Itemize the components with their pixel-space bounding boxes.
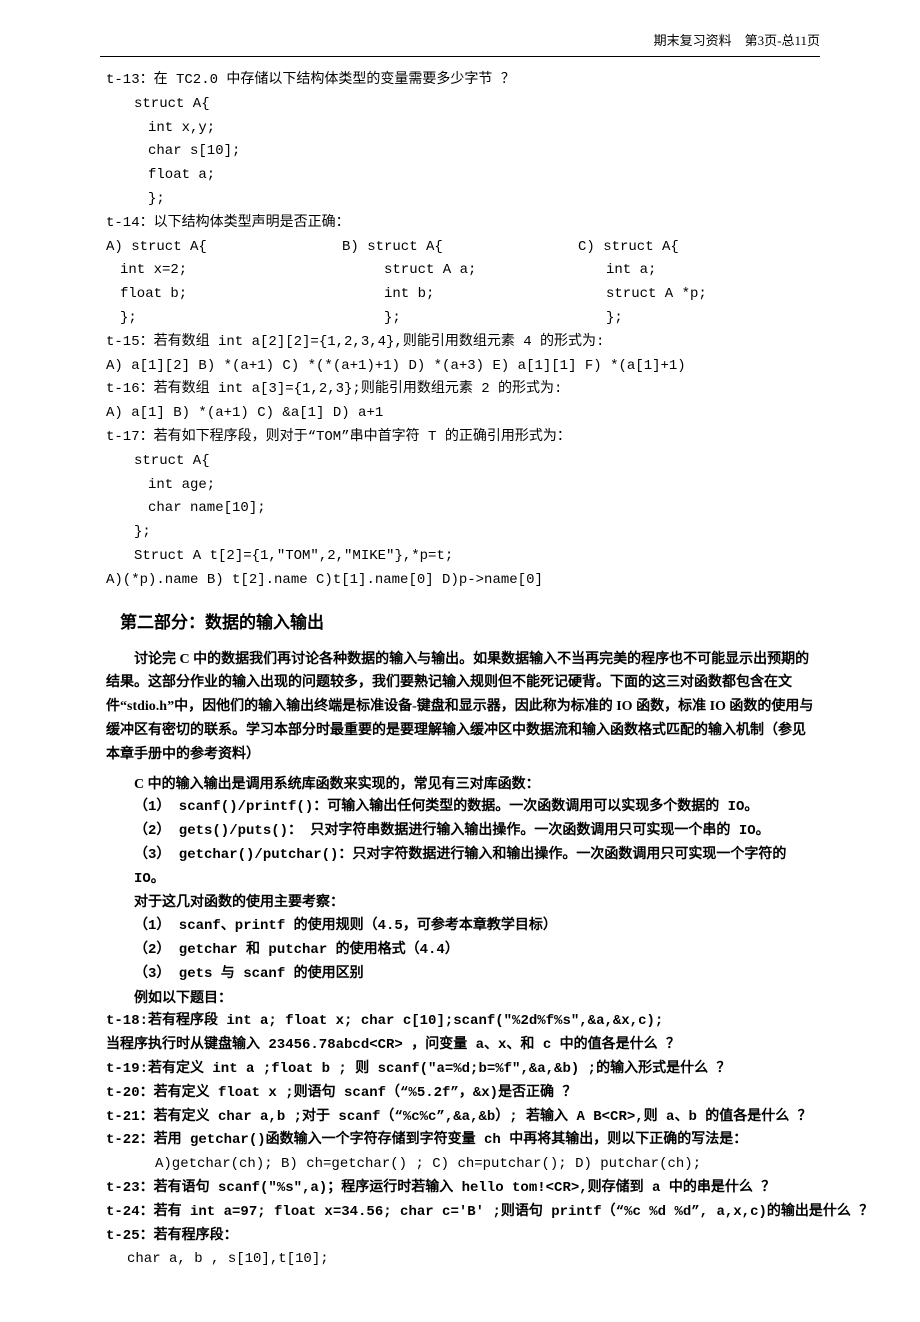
t22-options: A)getchar(ch); B) ch=getchar() ; C) ch=p…: [106, 1153, 814, 1177]
t14-c-l1: int a;: [578, 259, 814, 283]
t13-code-l3: char s[10];: [106, 140, 814, 164]
section2-paragraph: 讨论完 C 中的数据我们再讨论各种数据的输入与输出。如果数据输入不当再完美的程序…: [106, 648, 814, 767]
t17-code-l5: Struct A t[2]={1,"TOM",2,"MIKE"},*p=t;: [106, 545, 814, 569]
t19-question: t-19:若有定义 int a ;float b ; 则 scanf("a=%d…: [106, 1058, 814, 1082]
t16-question: t-16：若有数组 int a[3]={1,2,3};则能引用数组元素 2 的形…: [106, 378, 814, 402]
t14-a-head: A) struct A{: [106, 236, 342, 260]
t14-c-l3: };: [578, 307, 814, 331]
t17-question: t-17：若有如下程序段，则对于“TOM”串中首字符 T 的正确引用形式为：: [106, 426, 814, 450]
t13-code-l4: float a;: [106, 164, 814, 188]
t17-code-l2: int age;: [106, 474, 814, 498]
t13-question: t-13：在 TC2.0 中存储以下结构体类型的变量需要多少字节 ？: [106, 69, 814, 93]
t14-c-l2: struct A *p;: [578, 283, 814, 307]
t20-question: t-20：若有定义 float x ;则语句 scanf（“%5.2f”，&x)…: [106, 1082, 814, 1106]
t14-option-b: B) struct A{ struct A a; int b; };: [342, 236, 578, 331]
t14-options-row: A) struct A{ int x=2; float b; }; B) str…: [106, 236, 814, 331]
t13-code-l2: int x,y;: [106, 117, 814, 141]
t17-code-l4: };: [106, 521, 814, 545]
t22-question: t-22：若用 getchar()函数输入一个字符存储到字符变量 ch 中再将其…: [106, 1129, 814, 1153]
exam-intro: 对于这几对函数的使用主要考察：: [106, 891, 814, 915]
lib-item-1: （1） scanf()/printf()：可输入输出任何类型的数据。一次函数调用…: [106, 796, 814, 820]
t14-b-head: B) struct A{: [342, 236, 578, 260]
lib-intro: C 中的输入输出是调用系统库函数来实现的，常见有三对库函数：: [106, 773, 814, 797]
t16-options: A) a[1] B) *(a+1) C) &a[1] D) a+1: [106, 402, 814, 426]
t14-option-c: C) struct A{ int a; struct A *p; };: [578, 236, 814, 331]
t17-options: A)(*p).name B) t[2].name C)t[1].name[0] …: [106, 569, 814, 593]
t15-options: A) a[1][2] B) *(a+1) C) *(*(a+1)+1) D) *…: [106, 355, 814, 379]
exam-item-3: （3） gets 与 scanf 的使用区别: [106, 963, 814, 987]
t14-c-head: C) struct A{: [578, 236, 814, 260]
exam-item-1: （1） scanf、printf 的使用规则（4.5，可参考本章教学目标）: [106, 915, 814, 939]
t14-a-l3: };: [106, 307, 342, 331]
section2-title: 第二部分：数据的输入输出: [120, 609, 814, 638]
t14-a-l2: float b;: [106, 283, 342, 307]
t23-question: t-23：若有语句 scanf("%s",a)；程序运行时若输入 hello t…: [106, 1177, 814, 1201]
t18-question-2: 当程序执行时从键盘输入 23456.78abcd<CR> ，问变量 a、x、和 …: [106, 1034, 814, 1058]
page-mid: 页-总: [764, 33, 794, 48]
t14-option-a: A) struct A{ int x=2; float b; };: [106, 236, 342, 331]
document-page: 期末复习资料 第3页-总11页 t-13：在 TC2.0 中存储以下结构体类型的…: [50, 0, 870, 1322]
document-body: t-13：在 TC2.0 中存储以下结构体类型的变量需要多少字节 ？ struc…: [100, 69, 820, 1272]
t13-code-l1: struct A{: [106, 93, 814, 117]
page-suffix: 页: [807, 33, 820, 48]
lib-item-2: （2） gets()/puts()： 只对字符串数据进行输入输出操作。一次函数调…: [106, 820, 814, 844]
lib-item-3: （3） getchar()/putchar()：只对字符数据进行输入和输出操作。…: [106, 844, 814, 892]
t14-b-l3: };: [342, 307, 578, 331]
t14-b-l1: struct A a;: [342, 259, 578, 283]
exam-item-2: （2） getchar 和 putchar 的使用格式（4.4）: [106, 939, 814, 963]
t18-question: t-18:若有程序段 int a; float x; char c[10];sc…: [106, 1010, 814, 1034]
t17-code-l1: struct A{: [106, 450, 814, 474]
t25-question: t-25：若有程序段：: [106, 1225, 814, 1249]
t21-question: t-21：若有定义 char a,b ;对于 scanf（“%c%c”,&a,&…: [106, 1106, 814, 1130]
t14-b-l2: int b;: [342, 283, 578, 307]
t24-question: t-24：若有 int a=97; float x=34.56; char c=…: [106, 1201, 814, 1225]
t14-question: t-14：以下结构体类型声明是否正确：: [106, 212, 814, 236]
page-total: 11: [794, 33, 807, 48]
page-header: 期末复习资料 第3页-总11页: [100, 30, 820, 57]
t17-code-l3: char name[10];: [106, 497, 814, 521]
t13-code-l5: };: [106, 188, 814, 212]
examples-title: 例如以下题目：: [106, 987, 814, 1011]
header-label: 期末复习资料: [654, 33, 732, 48]
t15-question: t-15：若有数组 int a[2][2]={1,2,3,4},则能引用数组元素…: [106, 331, 814, 355]
page-prefix: 第: [745, 33, 758, 48]
t14-a-l1: int x=2;: [106, 259, 342, 283]
t25-code-l1: char a, b , s[10],t[10];: [106, 1248, 814, 1272]
